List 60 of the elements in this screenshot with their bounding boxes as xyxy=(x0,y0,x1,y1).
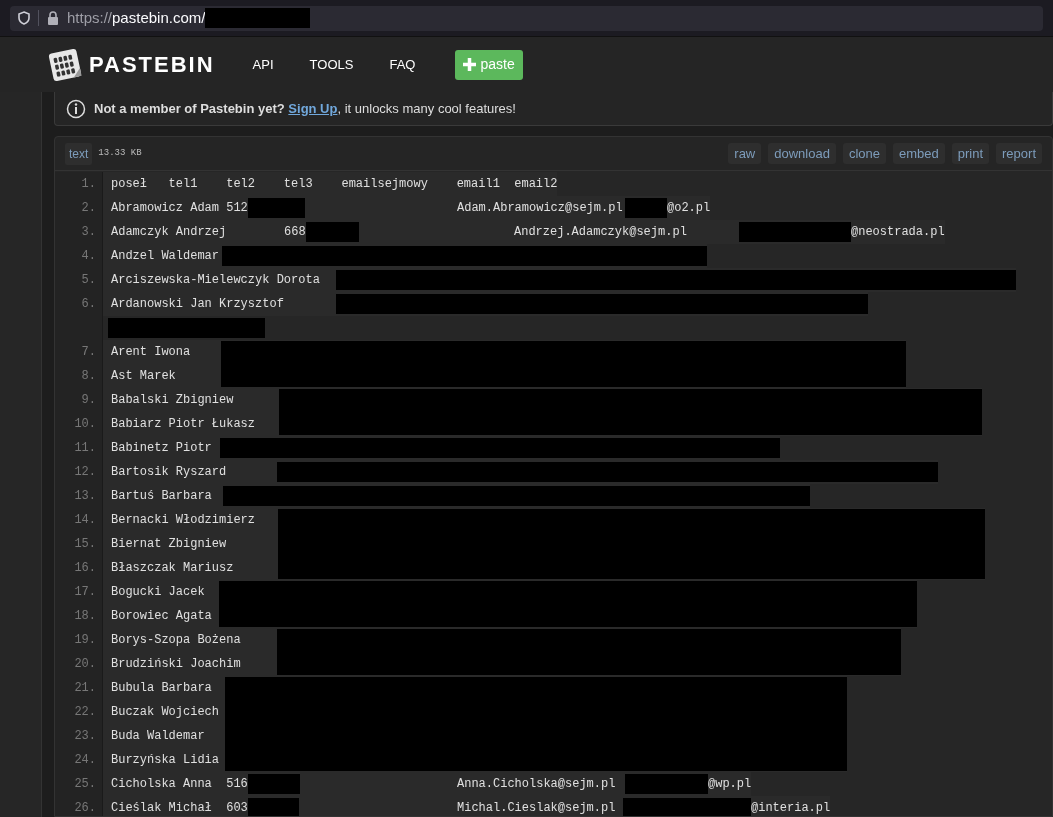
paste-action-button[interactable]: download xyxy=(768,142,836,165)
paste-action-button[interactable]: clone xyxy=(842,142,886,165)
code-text: @wp.pl xyxy=(708,776,752,793)
nav-link[interactable]: FAQ xyxy=(389,54,416,75)
code-text: Babalski Zbigniew xyxy=(111,392,235,409)
code-text: Bartosik Ryszard xyxy=(111,464,228,481)
shield-icon xyxy=(18,11,30,25)
code-text: Brudziński Joachim xyxy=(111,656,242,673)
new-paste-button[interactable]: paste xyxy=(455,49,523,80)
code-text: Borys-Szopa Bożena xyxy=(111,632,242,649)
code-text: Andrzej.Adamczyk@sejm.pl xyxy=(514,224,688,241)
code-text: 668 xyxy=(284,224,306,241)
code-text: Bartuś Barbara xyxy=(111,488,213,505)
code-text: Adam.Abramowicz@sejm.pl xyxy=(457,200,624,217)
paste-action-button[interactable]: report xyxy=(996,142,1042,165)
code-text: Ardanowski Jan Krzysztof xyxy=(111,296,285,313)
code-text: Abramowicz Adam 512 xyxy=(111,200,248,217)
code-text: Buda Waldemar xyxy=(111,728,206,745)
lock-icon xyxy=(47,11,59,25)
code-text: Cicholska Anna 516 xyxy=(111,776,248,793)
code-text: Bubula Barbara xyxy=(111,680,213,697)
code-text: @o2.pl xyxy=(667,200,711,217)
plus-icon xyxy=(463,58,477,71)
paste-action-button[interactable]: raw xyxy=(728,142,762,165)
code-text: @neostrada.pl xyxy=(851,224,945,241)
code-text: Andzel Waldemar xyxy=(111,248,221,265)
address-bar[interactable]: https://pastebin.com/ xyxy=(10,5,1043,31)
redaction-bar xyxy=(248,198,305,218)
code-text: Adamczyk Andrzej xyxy=(111,224,228,241)
code-text: Babinetz Piotr xyxy=(111,440,213,457)
code-text: Arent Iwona xyxy=(111,344,192,361)
code-text: Błaszczak Mariusz xyxy=(111,560,235,577)
code-text: Bogucki Jacek xyxy=(111,584,206,601)
code-text: Babiarz Piotr Łukasz xyxy=(111,416,257,433)
code-text: Michal.Cieslak@sejm.pl xyxy=(457,800,617,816)
notice-text: Not a member of Pastebin yet? Sign Up, it unlocks many cool features! xyxy=(94,99,516,118)
file-size: 13.33 KB xyxy=(98,146,142,160)
code-text: Anna.Cicholska@sejm.pl xyxy=(457,776,617,793)
code-text: Arciszewska-Mielewczyk Dorota xyxy=(111,272,321,289)
paste-action-button[interactable]: print xyxy=(951,142,990,165)
nav-link[interactable]: API xyxy=(252,54,274,75)
code-text: Ast Marek xyxy=(111,368,177,385)
redaction-bar xyxy=(248,774,300,794)
code-text: @interia.pl xyxy=(751,800,831,816)
paste-action-button[interactable]: embed xyxy=(893,142,945,165)
code-text: Biernat Zbigniew xyxy=(111,536,228,553)
code-text: Cieślak Michał 603 xyxy=(111,800,248,816)
code-text: Burzyńska Lidia xyxy=(111,752,221,769)
redaction-bar xyxy=(625,198,667,218)
redaction-bar xyxy=(248,798,299,816)
code-text: Buczak Wojciech xyxy=(111,704,221,721)
url-text: https://pastebin.com/ xyxy=(67,7,206,28)
logo-text: PASTEBIN xyxy=(89,51,215,79)
code-text: Bernacki Włodzimierz xyxy=(111,512,257,529)
syntax-tag[interactable]: text xyxy=(65,142,93,165)
info-icon xyxy=(66,98,86,119)
redaction-bar xyxy=(306,222,359,242)
nav-link[interactable]: TOOLS xyxy=(309,54,354,75)
code-text: poseł tel1 tel2 tel3 emailsejmowy email1 email2 xyxy=(111,176,558,193)
code-text: Borowiec Agata xyxy=(111,608,213,625)
